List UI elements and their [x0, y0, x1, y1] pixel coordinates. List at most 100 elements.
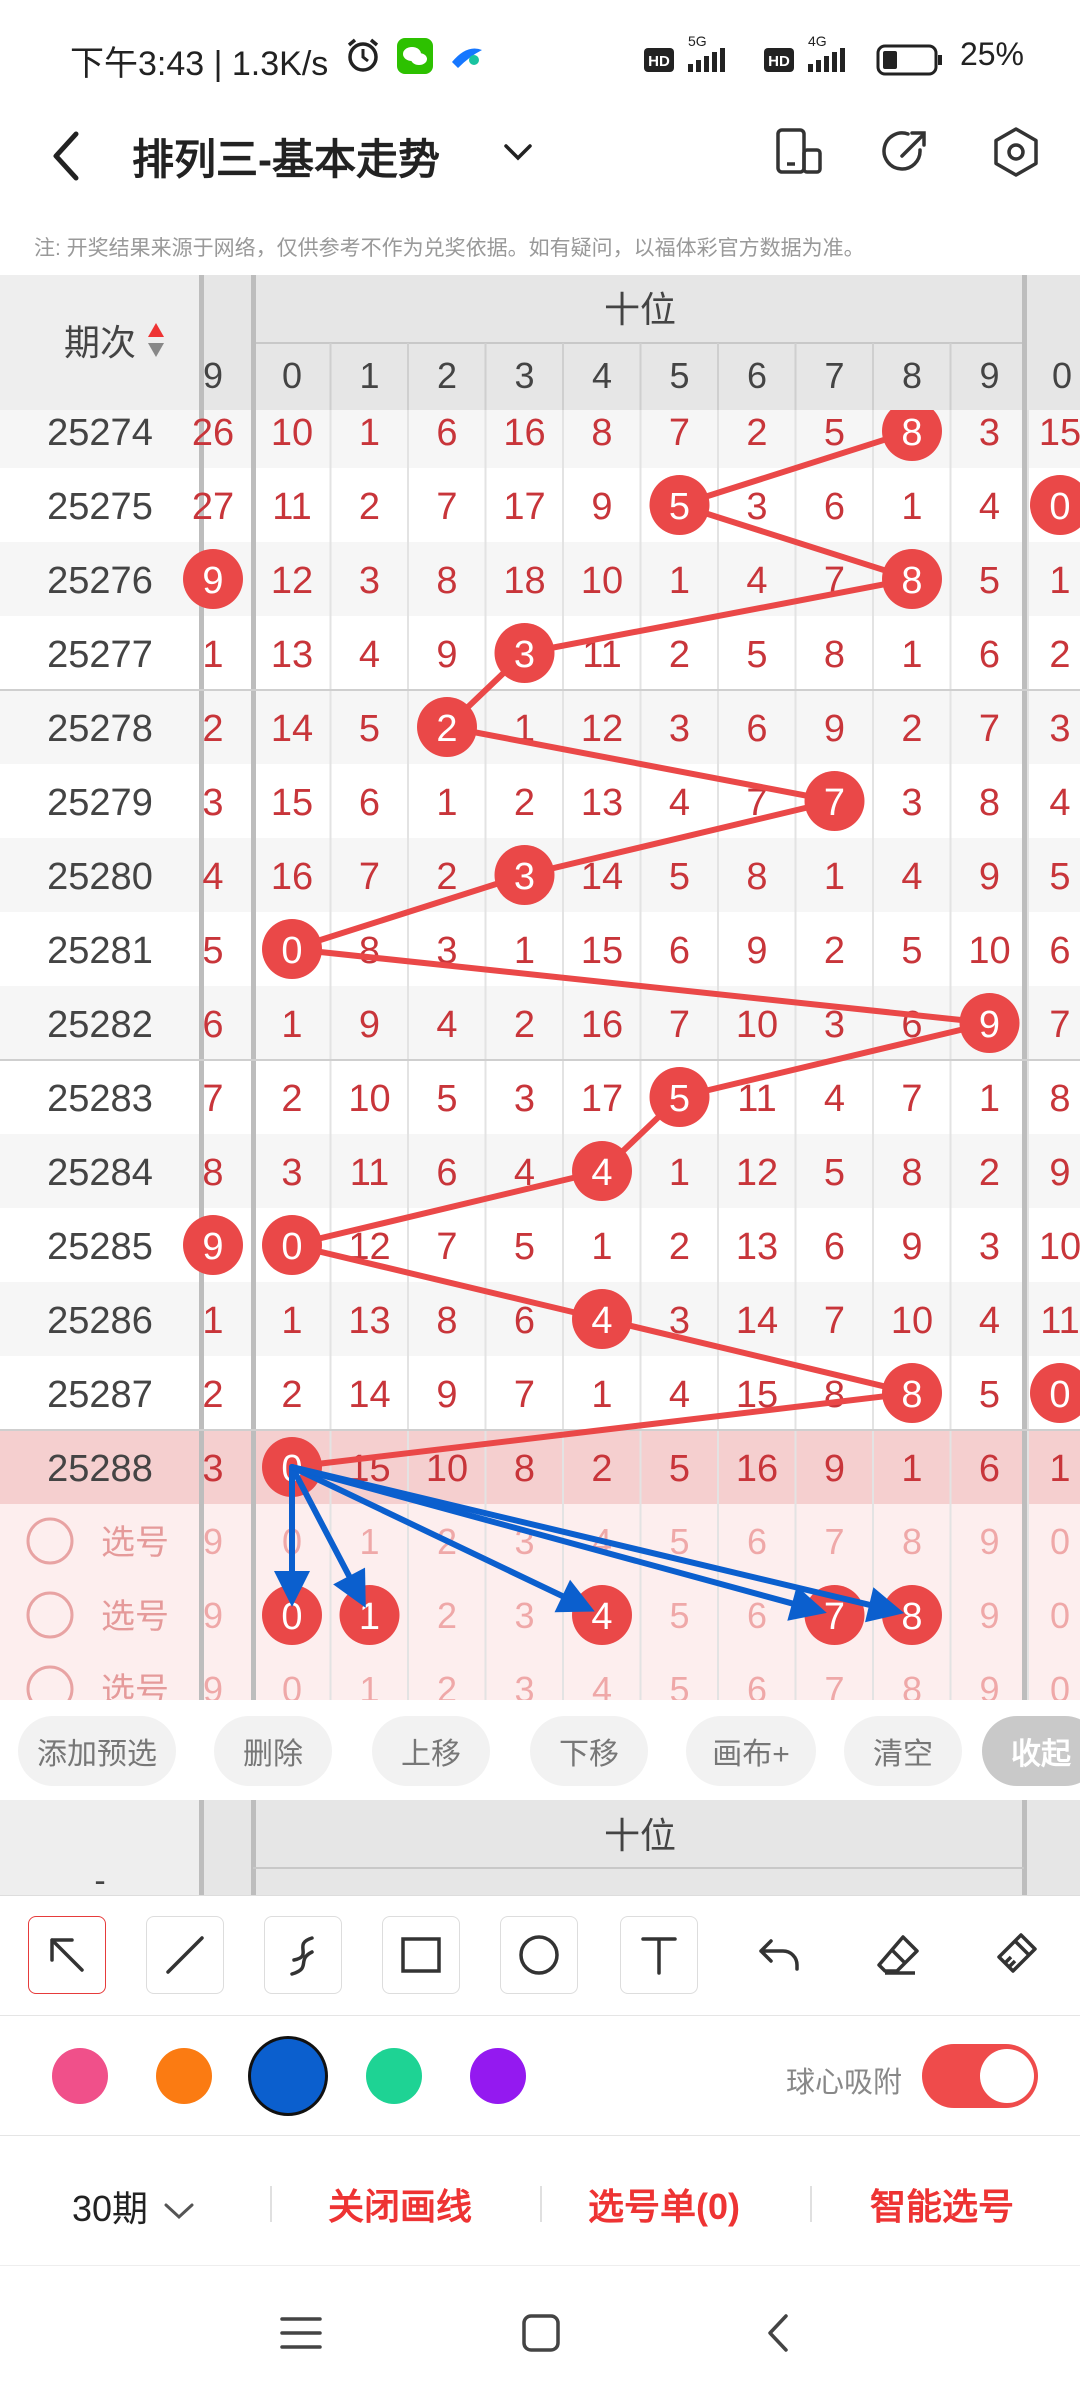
pick-digit[interactable]: 3: [514, 1669, 534, 1700]
pick-digit[interactable]: 8: [902, 1669, 922, 1700]
missing-count-cell: 8: [436, 560, 457, 602]
close-draw-button[interactable]: 关闭画线: [328, 2178, 472, 2230]
period-cell: 25274: [47, 412, 153, 454]
pick-digit[interactable]: 6: [747, 1521, 767, 1562]
clear-button[interactable]: 清空: [844, 1716, 962, 1786]
missing-count-cell: 5: [901, 930, 922, 972]
pick-digit[interactable]: 6: [747, 1595, 767, 1636]
hit-ball-label: 8: [901, 1374, 922, 1416]
pick-digit[interactable]: 7: [824, 1521, 844, 1562]
left-digit-cell: 6: [202, 1004, 223, 1046]
pick-digit[interactable]: 0: [282, 1669, 302, 1700]
back-arrow-icon[interactable]: [42, 128, 92, 184]
phone-layout-icon[interactable]: [770, 124, 826, 180]
pick-digit[interactable]: 5: [669, 1595, 689, 1636]
missing-count-cell: 13: [271, 634, 313, 676]
missing-count-cell: 3: [669, 708, 690, 750]
column-digit-header: 9: [979, 355, 999, 396]
share-icon[interactable]: [878, 124, 934, 180]
missing-count-cell: 9: [824, 708, 845, 750]
pick-digit[interactable]: 3: [514, 1595, 534, 1636]
pick-digit[interactable]: 2: [437, 1595, 457, 1636]
right-digit-cell: 7: [1049, 1004, 1070, 1046]
left-hit-ball-label: 9: [202, 560, 223, 602]
pick-digit[interactable]: 2: [437, 1669, 457, 1700]
rectangle-tool[interactable]: [382, 1916, 460, 1994]
separator: [540, 2186, 542, 2222]
pointer-tool[interactable]: [28, 1916, 106, 1994]
left-column-digit: 9: [203, 355, 223, 396]
period-select[interactable]: 30期: [72, 2180, 196, 2232]
column-digit-header: 5: [669, 355, 689, 396]
color-swatch[interactable]: [52, 2048, 108, 2104]
collapse-button[interactable]: 收起: [982, 1716, 1080, 1786]
color-swatch[interactable]: [251, 2039, 325, 2113]
missing-count-cell: 8: [436, 1300, 457, 1342]
home-icon[interactable]: [518, 2310, 564, 2356]
pick-ball-label: 4: [591, 1596, 612, 1638]
pick-digit[interactable]: 6: [747, 1669, 767, 1700]
circle-tool[interactable]: [500, 1916, 578, 1994]
pick-digit[interactable]: 9: [979, 1521, 999, 1562]
color-swatch[interactable]: [366, 2048, 422, 2104]
secondary-table-header: 十位 -: [0, 1800, 1080, 1895]
pick-digit[interactable]: 4: [592, 1669, 612, 1700]
right-digit-cell: 11: [1040, 1300, 1079, 1342]
chevron-down-icon[interactable]: [500, 134, 536, 170]
pick-digit[interactable]: 1: [359, 1669, 379, 1700]
eraser-button[interactable]: [860, 1916, 936, 1992]
missing-count-cell: 7: [824, 1300, 845, 1342]
missing-count-cell: 2: [979, 1152, 1000, 1194]
pick-digit[interactable]: 9: [979, 1669, 999, 1700]
text-icon: [641, 1937, 677, 1975]
color-swatch[interactable]: [470, 2048, 526, 2104]
missing-count-cell: 6: [359, 782, 380, 824]
pick-left-digit: 9: [203, 1595, 223, 1636]
snap-toggle[interactable]: [922, 2044, 1038, 2108]
hit-ball-label: 2: [436, 708, 457, 750]
move-up-button[interactable]: 上移: [372, 1716, 490, 1786]
period-cell: 25278: [47, 708, 153, 750]
missing-count-cell: 9: [436, 1374, 457, 1416]
missing-count-cell: 7: [901, 1078, 922, 1120]
pick-digit[interactable]: 5: [669, 1669, 689, 1700]
canvas-plus-button[interactable]: 画布+: [686, 1716, 816, 1786]
add-preselect-button[interactable]: 添加预选: [18, 1716, 176, 1786]
pick-digit[interactable]: 7: [824, 1669, 844, 1700]
smart-pick-button[interactable]: 智能选号: [870, 2178, 1014, 2230]
page-title[interactable]: 排列三-基本走势: [132, 126, 440, 187]
settings-icon[interactable]: [988, 124, 1044, 180]
move-down-button[interactable]: 下移: [530, 1716, 648, 1786]
curve-tool[interactable]: [264, 1916, 342, 1994]
nav-back-icon[interactable]: [756, 2310, 802, 2356]
pick-list-button[interactable]: 选号单(0): [588, 2178, 740, 2230]
color-swatch[interactable]: [156, 2048, 212, 2104]
column-divider: [1022, 275, 1027, 1700]
trend-table[interactable]: 2527426151016168725325275270112717936142…: [0, 275, 1080, 1700]
left-digit-cell: 1: [202, 1300, 223, 1342]
clear-brush-button[interactable]: [978, 1916, 1054, 1992]
trend-chart[interactable]: 2527426151016168725325275270112717936142…: [0, 275, 1080, 1700]
period-cell: 25288: [47, 1448, 153, 1490]
signal-icon: HD 5G HD 4G: [644, 34, 942, 76]
status-time: 下午3:43 | 1.3K/s: [70, 45, 329, 83]
period-cell: 25286: [47, 1300, 153, 1342]
line-tool[interactable]: [146, 1916, 224, 1994]
period-label: 30期: [72, 2188, 149, 2229]
pick-digit[interactable]: 9: [979, 1595, 999, 1636]
missing-count-cell: 1: [901, 1448, 922, 1490]
missing-count-cell: 9: [901, 1226, 922, 1268]
missing-count-cell: 13: [736, 1226, 778, 1268]
pick-digit[interactable]: 1: [359, 1521, 379, 1562]
snap-toggle-knob: [980, 2049, 1034, 2103]
missing-count-cell: 16: [503, 412, 545, 454]
text-tool[interactable]: [620, 1916, 698, 1994]
menu-icon[interactable]: [278, 2310, 324, 2356]
period-cell: 25277: [47, 634, 153, 676]
missing-count-cell: 4: [901, 856, 922, 898]
undo-button[interactable]: [742, 1916, 818, 1992]
missing-count-cell: 3: [281, 1152, 302, 1194]
pick-digit[interactable]: 8: [902, 1521, 922, 1562]
missing-count-cell: 2: [281, 1078, 302, 1120]
delete-button[interactable]: 删除: [214, 1716, 332, 1786]
